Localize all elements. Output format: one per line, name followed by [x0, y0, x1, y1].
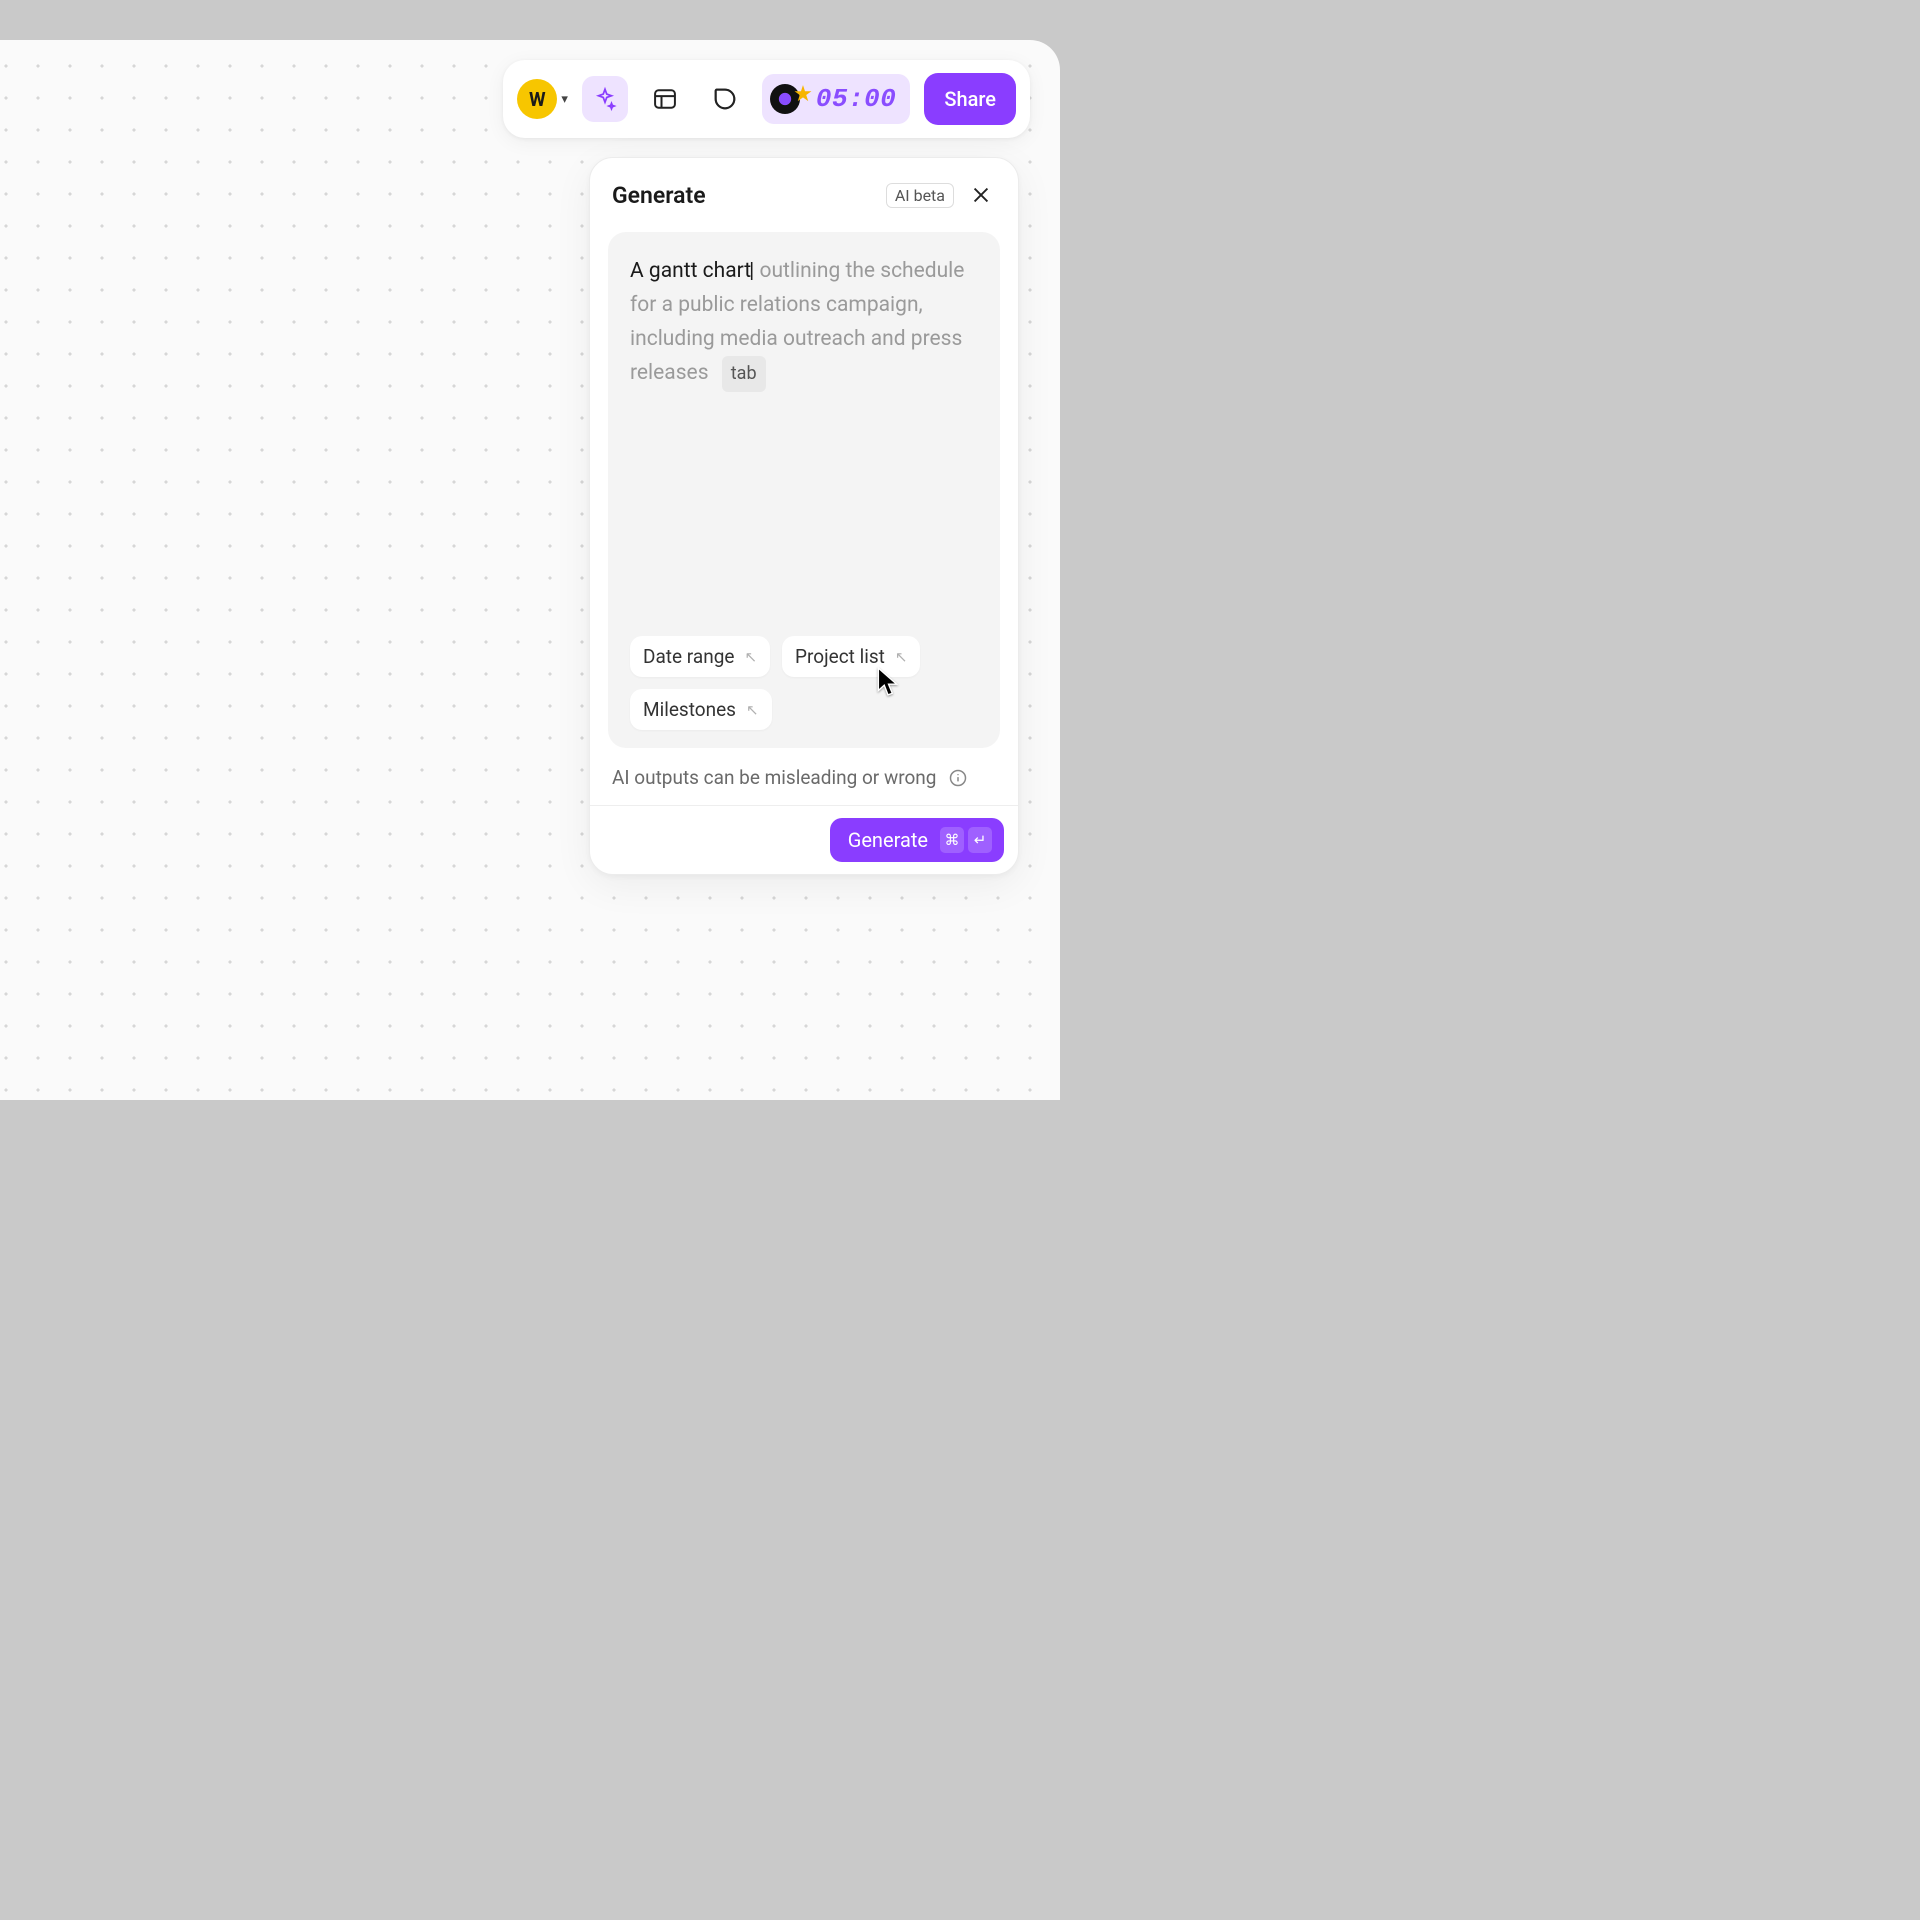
prompt-text: A gantt chart| outlining the schedule fo… — [630, 254, 978, 616]
record-icon: ★ — [770, 82, 810, 116]
generate-label: Generate — [848, 828, 928, 852]
info-icon[interactable] — [948, 768, 968, 788]
layout-button[interactable] — [642, 76, 688, 122]
timer-value: 05:00 — [816, 84, 897, 114]
arrow-upleft-icon: ↖ — [744, 648, 757, 666]
chat-icon — [711, 85, 739, 113]
chip-label: Milestones — [643, 698, 736, 721]
user-menu[interactable]: W ▾ — [517, 79, 568, 119]
chat-button[interactable] — [702, 76, 748, 122]
prompt-user-text: A gantt chart — [630, 259, 751, 283]
ai-sparkle-button[interactable] — [582, 76, 628, 122]
panel-title: Generate — [612, 182, 874, 209]
chip-label: Project list — [795, 645, 885, 668]
disclaimer-text: AI outputs can be misleading or wrong — [612, 766, 936, 789]
kbd-modifier: ⌘ — [940, 827, 964, 853]
panel-footer: Generate ⌘ ↵ — [590, 805, 1018, 874]
layout-icon — [651, 85, 679, 113]
generate-panel: Generate AI beta A gantt chart| outlinin… — [589, 157, 1019, 875]
share-button[interactable]: Share — [924, 73, 1016, 125]
close-button[interactable] — [966, 180, 996, 210]
timer-widget[interactable]: ★ 05:00 — [762, 74, 911, 124]
close-icon — [970, 184, 992, 206]
chip-milestones[interactable]: Milestones ↖ — [630, 689, 772, 730]
prompt-input[interactable]: A gantt chart| outlining the schedule fo… — [608, 232, 1000, 748]
chip-project-list[interactable]: Project list ↖ — [782, 636, 920, 677]
disclaimer-row: AI outputs can be misleading or wrong — [590, 748, 1018, 805]
chip-label: Date range — [643, 645, 734, 668]
avatar: W — [517, 79, 557, 119]
top-toolbar: W ▾ ★ 05:00 Share — [503, 60, 1030, 138]
chip-date-range[interactable]: Date range ↖ — [630, 636, 770, 677]
arrow-upleft-icon: ↖ — [746, 701, 759, 719]
beta-badge: AI beta — [886, 183, 954, 208]
generate-button[interactable]: Generate ⌘ ↵ — [830, 818, 1004, 862]
kbd-enter: ↵ — [968, 827, 992, 853]
share-label: Share — [944, 87, 996, 111]
arrow-upleft-icon: ↖ — [895, 648, 908, 666]
chevron-down-icon: ▾ — [561, 92, 568, 107]
shortcut-hint: ⌘ ↵ — [940, 827, 992, 853]
sparkle-icon — [592, 86, 618, 112]
tab-hint: tab — [722, 356, 766, 392]
chip-list: Date range ↖ Project list ↖ Milestones ↖ — [630, 636, 978, 730]
